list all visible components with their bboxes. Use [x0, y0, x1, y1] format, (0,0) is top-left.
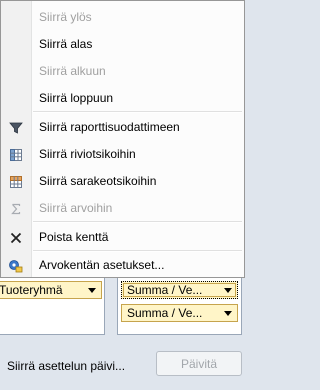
update-button: Päivitä	[156, 351, 242, 376]
chevron-down-icon[interactable]	[88, 288, 96, 293]
menu-item-move-up: Siirrä ylös	[1, 4, 244, 31]
menu-item-value-field-settings[interactable]: Arvokentän asetukset...	[1, 252, 244, 279]
field-chip-summa-1[interactable]: Summa / Ve...	[121, 281, 238, 299]
defer-layout-update-label[interactable]: Siirrä asettelun päivi...	[7, 359, 125, 373]
menu-item-label: Siirrä sarakeotsikoihin	[39, 174, 157, 188]
menu-item-move-to-values: Siirrä arvoihin	[1, 195, 244, 222]
context-menu: Siirrä ylös Siirrä alas Siirrä alkuun Si…	[0, 0, 245, 278]
menu-item-move-to-report-filter[interactable]: Siirrä raporttisuodattimeen	[1, 114, 244, 141]
chevron-down-icon[interactable]	[224, 311, 232, 316]
column-labels-icon	[8, 174, 24, 190]
menu-separator	[33, 221, 242, 223]
menu-item-label: Siirrä alas	[39, 37, 93, 51]
sigma-icon	[8, 201, 24, 217]
menu-item-move-to-end[interactable]: Siirrä loppuun	[1, 85, 244, 112]
menu-item-move-to-column-labels[interactable]: Siirrä sarakeotsikoihin	[1, 168, 244, 195]
menu-item-label: Poista kenttä	[39, 230, 109, 244]
chevron-down-icon[interactable]	[224, 288, 232, 293]
menu-item-label: Arvokentän asetukset...	[39, 258, 165, 272]
menu-item-remove-field[interactable]: Poista kenttä	[1, 224, 244, 251]
menu-item-label: Siirrä raporttisuodattimeen	[39, 120, 180, 134]
menu-item-label: Siirrä riviotsikoihin	[39, 147, 136, 161]
delete-icon	[8, 230, 24, 246]
menu-item-label: Siirrä ylös	[39, 10, 92, 24]
field-chip-tuoteryhma[interactable]: Tuoteryhmä	[0, 281, 102, 299]
menu-item-label: Siirrä loppuun	[39, 91, 114, 105]
field-chip-summa-2[interactable]: Summa / Ve...	[121, 304, 238, 322]
field-chip-label: Summa / Ve...	[127, 283, 203, 297]
field-chip-label: Summa / Ve...	[127, 306, 203, 320]
menu-separator	[33, 111, 242, 113]
field-settings-icon	[8, 258, 24, 274]
field-chip-label: Tuoteryhmä	[0, 283, 63, 297]
menu-item-move-to-beginning: Siirrä alkuun	[1, 58, 244, 85]
menu-item-label: Siirrä alkuun	[39, 64, 106, 78]
row-labels-icon	[8, 147, 24, 163]
menu-item-move-down[interactable]: Siirrä alas	[1, 31, 244, 58]
menu-item-label: Siirrä arvoihin	[39, 201, 113, 215]
menu-item-move-to-row-labels[interactable]: Siirrä riviotsikoihin	[1, 141, 244, 168]
filter-icon	[8, 120, 24, 136]
